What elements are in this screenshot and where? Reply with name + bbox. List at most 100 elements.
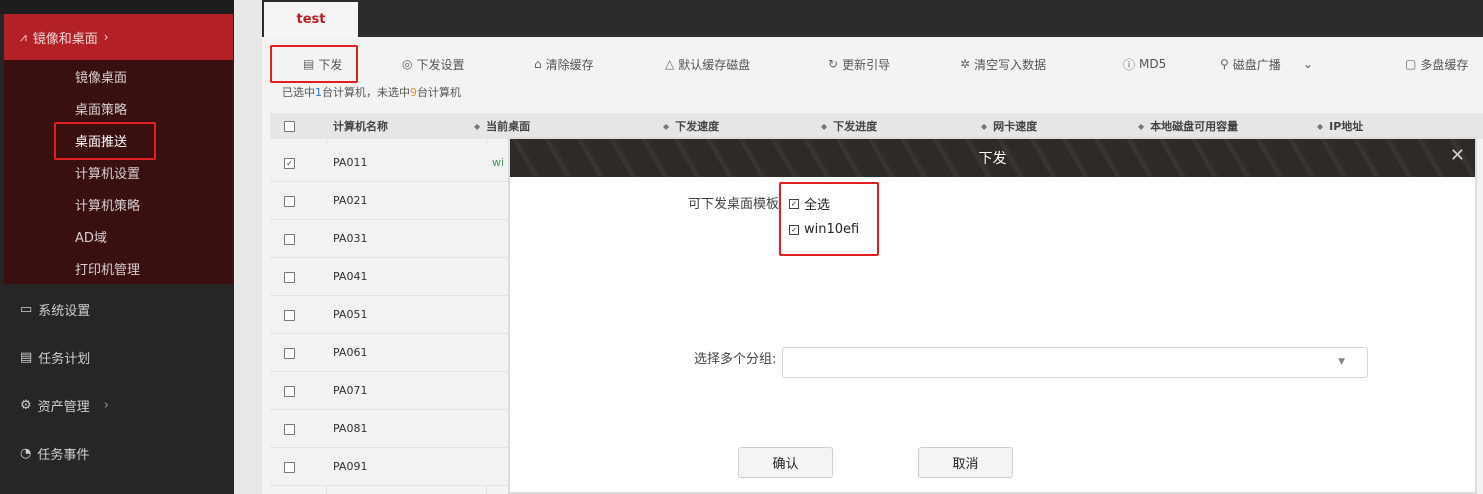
disk-broadcast-label: 磁盘广播 xyxy=(1232,57,1281,72)
sidebar-item-task-plan[interactable]: ▤ 任务计划 xyxy=(4,333,233,381)
computer-name-cell: PA051 xyxy=(333,308,368,321)
clear-write-data-button[interactable]: ✲ 清空写入数据 xyxy=(960,46,1046,82)
highlight-push-button xyxy=(270,45,358,83)
current-desktop-cell: wi xyxy=(492,156,505,169)
column-header-push-progress[interactable]: ◆ 下发进度 xyxy=(821,113,877,139)
broadcast-icon: ⚲ xyxy=(1220,57,1229,71)
row-checkbox[interactable] xyxy=(284,386,295,397)
column-header-ip-address[interactable]: ◆ IP地址 xyxy=(1317,113,1363,139)
column-header-nic-speed[interactable]: ◆ 网卡速度 xyxy=(981,113,1037,139)
dialog-title: 下发 xyxy=(978,151,1007,167)
sidebar-item-printer-management[interactable]: 打印机管理 xyxy=(4,252,233,284)
selected-count: 1 xyxy=(315,86,322,99)
chevron-right-icon: › xyxy=(103,30,109,44)
sidebar-top-strip xyxy=(0,0,234,14)
row-checkbox[interactable] xyxy=(284,462,295,473)
sidebar-item-computer-settings[interactable]: 计算机设置 xyxy=(4,156,233,188)
disk-broadcast-button[interactable]: ⚲ 磁盘广播 ⌄ xyxy=(1220,46,1313,82)
sort-icon: ◆ xyxy=(821,121,828,131)
tab-test[interactable]: test xyxy=(264,2,358,37)
sidebar-group-label: 镜像和桌面 xyxy=(32,31,98,47)
sidebar-group-mirror-desktop[interactable]: ⩘ 镜像和桌面 › xyxy=(4,14,233,60)
sidebar-item-label: AD域 xyxy=(75,230,107,246)
sidebar-item-asset-management[interactable]: ⚙ 资产管理 › xyxy=(4,381,233,429)
row-checkbox[interactable] xyxy=(284,196,295,207)
push-dialog: 下发 ✕ xyxy=(508,137,1477,494)
computer-name-cell: PA021 xyxy=(333,194,368,207)
table-row[interactable]: PA031 xyxy=(270,220,508,258)
update-boot-label: 更新引导 xyxy=(842,57,891,72)
md5-button[interactable]: ⓘ MD5 xyxy=(1123,46,1166,82)
table-row[interactable]: PA081 xyxy=(270,410,508,448)
column-header-computer-name[interactable]: 计算机名称 xyxy=(333,113,388,139)
row-checkbox[interactable]: ✓ xyxy=(284,158,295,169)
sidebar-item-label: 计算机策略 xyxy=(75,198,141,214)
disk-icon: △ xyxy=(665,57,675,71)
sort-icon: ◆ xyxy=(663,121,670,131)
computer-name-cell: PA011 xyxy=(333,156,368,169)
sort-icon: ◆ xyxy=(981,121,988,131)
select-all-checkbox[interactable] xyxy=(284,121,295,132)
computer-name-cell: PA081 xyxy=(333,422,368,435)
table-row[interactable]: PA021 xyxy=(270,182,508,220)
update-boot-button[interactable]: ↻ 更新引导 xyxy=(828,46,890,82)
unselected-count: 9 xyxy=(410,86,417,99)
sidebar-item-task-events[interactable]: ◔ 任务事件 xyxy=(4,429,233,477)
row-checkbox[interactable] xyxy=(284,234,295,245)
table-row[interactable]: PA051 xyxy=(270,296,508,334)
multi-disk-cache-button[interactable]: ▢ 多盘缓存 xyxy=(1405,46,1468,82)
push-settings-button[interactable]: ◎ 下发设置 xyxy=(402,46,465,82)
table-row[interactable]: PA091 xyxy=(270,448,508,486)
highlight-template-options xyxy=(779,182,879,256)
table-header: 计算机名称 ◆ 当前桌面 ◆ 下发速度 ◆ 下发进度 ◆ 网卡速度 ◆ 本地磁盘可用容量 … xyxy=(270,113,1483,139)
sidebar-item-label: 镜像桌面 xyxy=(75,70,128,86)
highlight-desktop-push xyxy=(54,122,156,160)
sidebar-item-system-settings[interactable]: ▭ 系统设置 xyxy=(4,285,233,333)
sidebar-item-ad-domain[interactable]: AD域 xyxy=(4,220,233,252)
column-header-push-speed[interactable]: ◆ 下发速度 xyxy=(663,113,719,139)
confirm-button[interactable]: 确认 xyxy=(738,447,833,478)
table-row[interactable]: ✓ PA011 wi xyxy=(270,144,508,182)
tab-bar: test xyxy=(262,0,1483,37)
column-header-current-desktop[interactable]: ◆ 当前桌面 xyxy=(474,113,530,139)
row-checkbox[interactable] xyxy=(284,424,295,435)
row-checkbox[interactable] xyxy=(284,272,295,283)
tab-label: test xyxy=(296,12,326,27)
default-cache-disk-label: 默认缓存磁盘 xyxy=(678,57,751,72)
chevron-right-icon: › xyxy=(103,397,109,413)
clear-cache-button[interactable]: ⌂ 清除缓存 xyxy=(534,46,594,82)
sidebar-item-label: 打印机管理 xyxy=(75,262,141,278)
row-checkbox[interactable] xyxy=(284,348,295,359)
cancel-button[interactable]: 取消 xyxy=(918,447,1013,478)
column-header-local-disk-free[interactable]: ◆ 本地磁盘可用容量 xyxy=(1138,113,1238,139)
sidebar-item-label: 资产管理 xyxy=(37,399,90,415)
sort-icon: ◆ xyxy=(1138,121,1145,131)
content-gutter xyxy=(234,0,262,494)
broom-icon: ⌂ xyxy=(534,57,542,71)
sidebar-item-label: 桌面策略 xyxy=(75,102,128,118)
sidebar-item-computer-policy[interactable]: 计算机策略 xyxy=(4,188,233,220)
table-row[interactable]: PA071 xyxy=(270,372,508,410)
refresh-icon: ↻ xyxy=(828,57,839,71)
push-settings-label: 下发设置 xyxy=(416,57,465,72)
sort-icon: ◆ xyxy=(474,121,481,131)
gear-icon: ⚙ xyxy=(20,397,32,413)
row-checkbox[interactable] xyxy=(284,310,295,321)
multi-disk-cache-label: 多盘缓存 xyxy=(1420,57,1469,72)
sidebar-item-label: 任务计划 xyxy=(38,351,91,367)
table-row[interactable]: PA041 xyxy=(270,258,508,296)
computer-name-cell: PA091 xyxy=(333,460,368,473)
table-row[interactable]: PA061 xyxy=(270,334,508,372)
dialog-header: 下发 ✕ xyxy=(510,139,1475,177)
sidebar-item-mirror-desktop[interactable]: 镜像桌面 xyxy=(4,60,233,92)
calendar-icon: ▤ xyxy=(20,349,33,365)
info-icon: ⓘ xyxy=(1123,57,1136,72)
clock-icon: ◔ xyxy=(20,445,32,461)
close-icon[interactable]: ✕ xyxy=(1450,147,1465,165)
group-select[interactable]: ▼ xyxy=(782,347,1368,378)
default-cache-disk-button[interactable]: △ 默认缓存磁盘 xyxy=(665,46,750,82)
mountain-icon: ⩘ xyxy=(20,29,27,44)
sidebar-item-desktop-policy[interactable]: 桌面策略 xyxy=(4,92,233,124)
computer-name-cell: PA041 xyxy=(333,270,368,283)
chevron-down-icon[interactable]: ⌄ xyxy=(1303,57,1313,71)
